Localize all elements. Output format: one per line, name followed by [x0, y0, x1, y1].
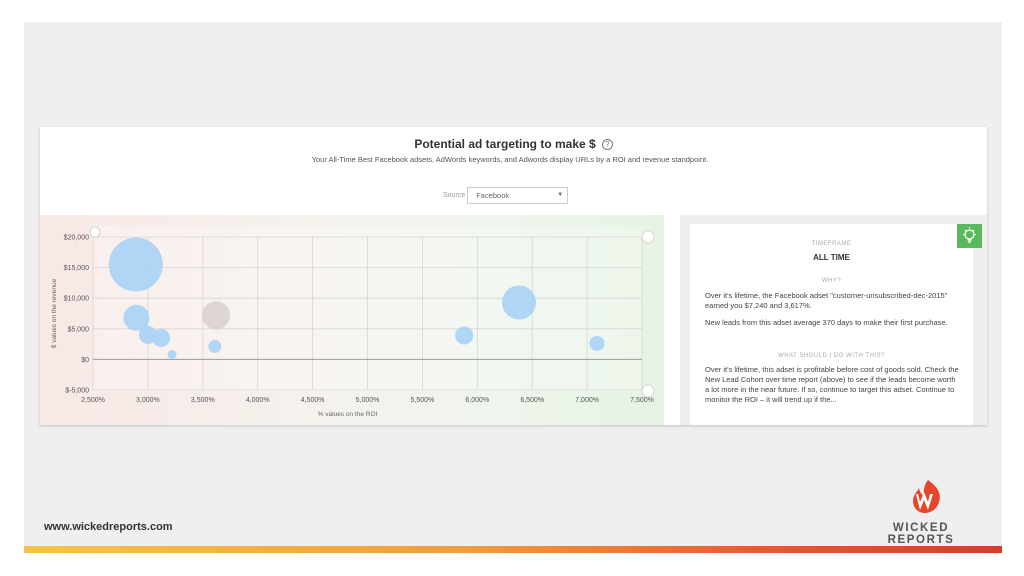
lightbulb-button[interactable] — [957, 224, 982, 248]
brand-logo: WICKED REPORTS — [858, 478, 984, 546]
bubble-chart: 2,500% 3,000% 3,500% 4,000% 4,500% 5,000% 5,50… — [40, 215, 664, 425]
source-select[interactable]: Facebook ▼ — [467, 187, 569, 204]
bubble-point[interactable] — [589, 335, 605, 351]
bubble-chart-svg: 2,500% 3,000% 3,500% 4,000% 4,500% 5,000% 5,50… — [51, 226, 655, 418]
zoom-handle-top-right[interactable] — [641, 230, 655, 244]
action-label: WHAT SHOULD I DO WITH THIS? — [778, 353, 885, 359]
x-tick-label: 3,000% — [136, 397, 160, 404]
card-title: Potential ad targeting to make $? — [40, 137, 987, 151]
bubble-point[interactable] — [167, 350, 177, 360]
chevron-down-icon: ▼ — [557, 192, 564, 198]
brand-name: WICKED REPORTS — [887, 522, 955, 546]
why-text-1: Over it's lifetime, the Facebook adset "… — [705, 291, 948, 310]
card-title-text: Potential ad targeting to make $ — [414, 137, 596, 151]
source-select-value: Facebook — [476, 191, 510, 200]
flame-w-logo-icon — [913, 480, 940, 513]
source-filter: Source Facebook ▼ — [443, 187, 569, 204]
x-tick-label: 3,500% — [191, 397, 215, 404]
why-text-2: New leads from this adset average 370 da… — [705, 318, 948, 327]
x-tick-label: 2,500% — [81, 397, 105, 404]
x-tick-label: 4,000% — [246, 397, 270, 404]
help-icon[interactable]: ? — [601, 139, 613, 150]
x-tick-label: 4,500% — [301, 397, 325, 404]
x-tick-label: 5,000% — [356, 397, 380, 404]
insight-panel: TIMEFRAME ALL TIME WHY? Over it's lifeti… — [690, 224, 973, 425]
source-label: Source — [443, 192, 466, 199]
bubble-point[interactable] — [152, 328, 171, 347]
y-axis-label: $ values on the revenue — [51, 278, 58, 348]
x-tick-label: 5,500% — [411, 397, 435, 404]
y-tick-label: $20,000 — [64, 235, 89, 242]
bubble-point[interactable] — [208, 340, 222, 354]
zoom-handle-top-left[interactable] — [89, 226, 101, 238]
bubble-point[interactable] — [455, 326, 474, 345]
bubble-point[interactable] — [201, 301, 230, 330]
action-text: Over it's lifetime, this adset is profit… — [705, 365, 959, 404]
y-tick-label: $0 — [81, 357, 89, 364]
bubble-point[interactable] — [502, 285, 537, 320]
why-label: WHY? — [821, 278, 842, 284]
y-tick-label: $15,000 — [64, 265, 89, 272]
x-tick-label: 6,500% — [520, 397, 544, 404]
bubble-point[interactable] — [108, 237, 163, 292]
timeframe-label: TIMEFRAME — [811, 241, 852, 247]
x-tick-label: 7,000% — [575, 397, 599, 404]
card-subtitle: Your All-Time Best Facebook adsets, AdWo… — [311, 155, 709, 164]
x-tick-label: 6,000% — [465, 397, 489, 404]
zoom-handle-bottom-right[interactable] — [641, 384, 655, 398]
y-tick-label: $-5,000 — [65, 388, 89, 395]
x-axis-label: % values on the ROI — [318, 411, 378, 418]
footer-url[interactable]: www.wickedreports.com — [44, 521, 173, 533]
x-tick-label: 7,500% — [630, 397, 654, 404]
footer-gradient-bar — [24, 546, 1002, 553]
lightbulb-icon — [963, 227, 976, 243]
y-tick-label: $10,000 — [64, 296, 89, 303]
ad-targeting-card: Potential ad targeting to make $? Your A… — [40, 127, 987, 425]
timeframe-value: ALL TIME — [813, 253, 850, 262]
y-tick-label: $5,000 — [68, 326, 90, 333]
